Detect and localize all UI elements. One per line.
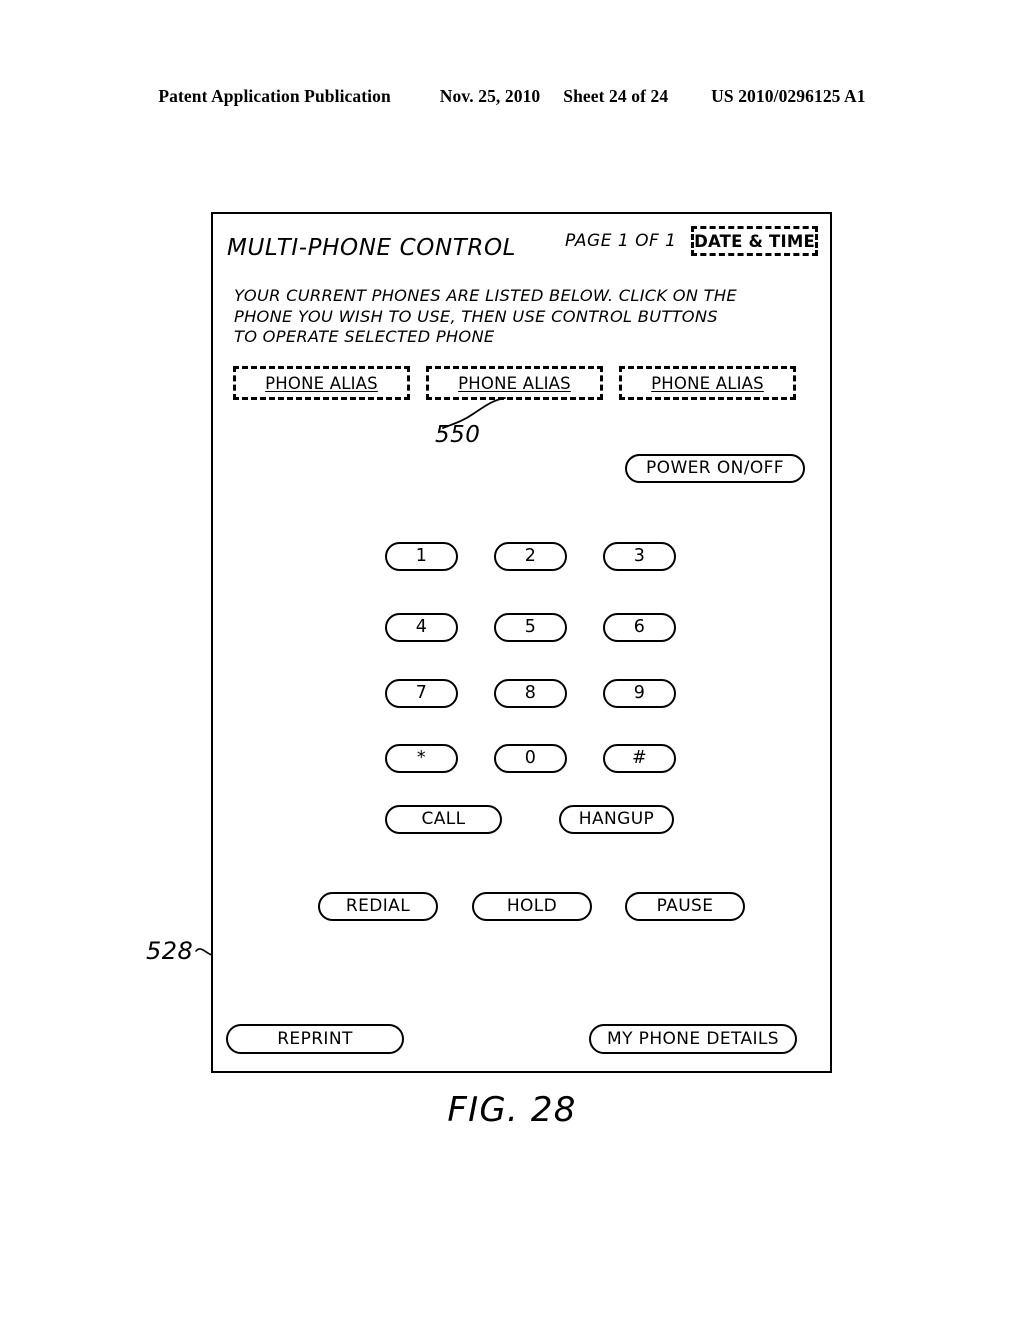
instruction-line-1: YOUR CURRENT PHONES ARE LISTED BELOW. CL… — [234, 286, 737, 305]
phone-alias-button-3[interactable]: PHONE ALIAS — [619, 366, 796, 400]
keypad-label: 1 — [415, 545, 428, 566]
my-phone-details-button[interactable]: MY PHONE DETAILS — [589, 1024, 797, 1054]
keypad-label: 8 — [524, 682, 537, 703]
hangup-label: HANGUP — [578, 809, 655, 829]
keypad-label: 6 — [633, 616, 646, 637]
call-label: CALL — [421, 809, 466, 829]
keypad-label: 2 — [524, 545, 537, 566]
redial-button[interactable]: REDIAL — [318, 892, 438, 921]
keypad-button-5[interactable]: 5 — [494, 613, 567, 642]
hold-label: HOLD — [506, 896, 558, 916]
keypad-label: 0 — [524, 747, 537, 768]
keypad-label: 9 — [633, 682, 646, 703]
keypad-button-9[interactable]: 9 — [603, 679, 676, 708]
redial-label: REDIAL — [345, 896, 411, 916]
pause-label: PAUSE — [656, 896, 714, 916]
reprint-label: REPRINT — [277, 1028, 353, 1049]
reprint-button[interactable]: REPRINT — [226, 1024, 404, 1054]
keypad-label: 3 — [633, 545, 646, 566]
keypad-label: 4 — [415, 616, 428, 637]
multi-phone-control-screen: MULTI-PHONE CONTROL PAGE 1 OF 1 DATE & T… — [211, 212, 832, 1073]
instruction-text: YOUR CURRENT PHONES ARE LISTED BELOW. CL… — [234, 286, 804, 348]
date-time-label: DATE & TIME — [694, 231, 815, 251]
power-on-off-label: POWER ON/OFF — [646, 458, 784, 478]
phone-alias-label: PHONE ALIAS — [458, 373, 571, 393]
keypad-button-8[interactable]: 8 — [494, 679, 567, 708]
phone-alias-button-1[interactable]: PHONE ALIAS — [233, 366, 410, 400]
keypad-button-hash[interactable]: # — [603, 744, 676, 773]
keypad-button-7[interactable]: 7 — [385, 679, 458, 708]
patent-date: Nov. 25, 2010 — [439, 86, 541, 106]
hangup-button[interactable]: HANGUP — [559, 805, 674, 834]
keypad-button-6[interactable]: 6 — [603, 613, 676, 642]
keypad-label: # — [631, 747, 648, 768]
figure-caption: FIG. 28 — [447, 1090, 577, 1130]
page-title: MULTI-PHONE CONTROL — [227, 235, 517, 261]
keypad-label: * — [416, 747, 427, 768]
keypad-label: 5 — [524, 616, 537, 637]
date-time-display: DATE & TIME — [691, 226, 818, 256]
patent-header: Patent Application Publication Nov. 25, … — [0, 86, 1024, 107]
keypad-button-star[interactable]: * — [385, 744, 458, 773]
my-phone-details-label: MY PHONE DETAILS — [607, 1028, 779, 1049]
hold-button[interactable]: HOLD — [472, 892, 592, 921]
call-button[interactable]: CALL — [385, 805, 502, 834]
power-on-off-button[interactable]: POWER ON/OFF — [625, 454, 805, 483]
reference-numeral-550: 550 — [435, 422, 481, 448]
instruction-line-2: PHONE YOU WISH TO USE, THEN USE CONTROL … — [234, 306, 718, 326]
keypad-button-2[interactable]: 2 — [494, 542, 567, 571]
patent-publication-label: Patent Application Publication — [158, 86, 391, 106]
phone-alias-label: PHONE ALIAS — [265, 373, 378, 393]
page-indicator: PAGE 1 OF 1 — [565, 231, 677, 251]
phone-alias-label: PHONE ALIAS — [651, 373, 764, 393]
patent-number: US 2010/0296125 A1 — [711, 86, 866, 106]
reference-numeral-528: 528 — [146, 937, 194, 965]
pause-button[interactable]: PAUSE — [625, 892, 745, 921]
instruction-line-3: TO OPERATE SELECTED PHONE — [234, 327, 495, 346]
patent-sheet: Sheet 24 of 24 — [563, 86, 669, 106]
keypad-button-4[interactable]: 4 — [385, 613, 458, 642]
keypad-button-3[interactable]: 3 — [603, 542, 676, 571]
keypad-label: 7 — [415, 682, 428, 703]
keypad-button-0[interactable]: 0 — [494, 744, 567, 773]
keypad-button-1[interactable]: 1 — [385, 542, 458, 571]
